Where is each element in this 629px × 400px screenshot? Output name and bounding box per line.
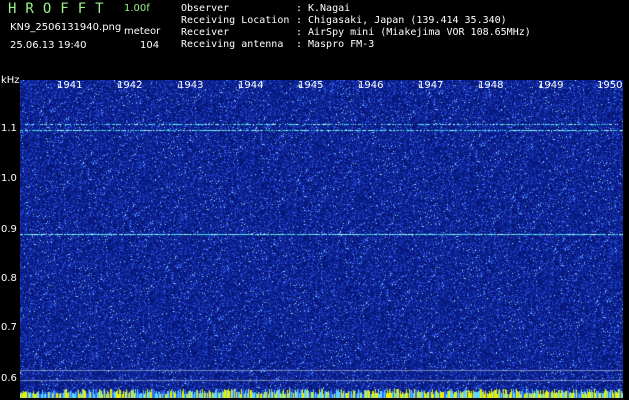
count-label: 104 [140,40,160,51]
info-separator: : [296,3,303,14]
info-label-observer: Observer [181,3,230,14]
time-label: 1946 [358,80,384,91]
time-label: 1945 [298,80,324,91]
time-label: 1944 [238,80,264,91]
y-tick-label: 0.6 [1,373,17,384]
version-label: 1.00f [124,3,150,14]
y-tick-label: 0.8 [1,273,17,284]
y-unit-label: kHz [1,75,20,86]
app-title: HROFFT [8,1,113,17]
y-tick-label: 1.1 [1,123,17,134]
info-label-antenna: Receiving antenna [181,39,284,50]
spectrogram-plot [20,80,623,398]
info-separator: : [296,27,303,38]
y-tick-label: 1.0 [1,173,17,184]
time-label: 1943 [178,80,204,91]
info-value-observer: K.Nagai [308,3,351,14]
time-label: 1941 [57,80,83,91]
info-label-location: Receiving Location [181,15,290,26]
info-value-location: Chigasaki, Japan (139.414 35.340) [308,15,507,26]
time-label: 1942 [117,80,143,91]
info-separator: : [296,15,303,26]
info-label-receiver: Receiver [181,27,230,38]
time-label: 1950 [597,80,623,91]
info-separator: : [296,39,303,50]
hrofft-window: HROFFT 1.00f KN9_2506131940.png meteor 2… [0,0,629,400]
info-value-receiver: AirSpy mini (Miakejima VOR 108.65MHz) [308,27,531,38]
y-tick-label: 0.7 [1,322,17,333]
time-label: 1948 [478,80,504,91]
time-label: 1947 [418,80,444,91]
filename-label: KN9_2506131940.png [10,22,122,33]
info-value-antenna: Maspro FM-3 [308,39,375,50]
time-label: 1949 [538,80,564,91]
datetime-label: 25.06.13 19:40 [10,40,87,51]
y-tick-label: 0.9 [1,224,17,235]
mode-label: meteor [124,26,161,37]
